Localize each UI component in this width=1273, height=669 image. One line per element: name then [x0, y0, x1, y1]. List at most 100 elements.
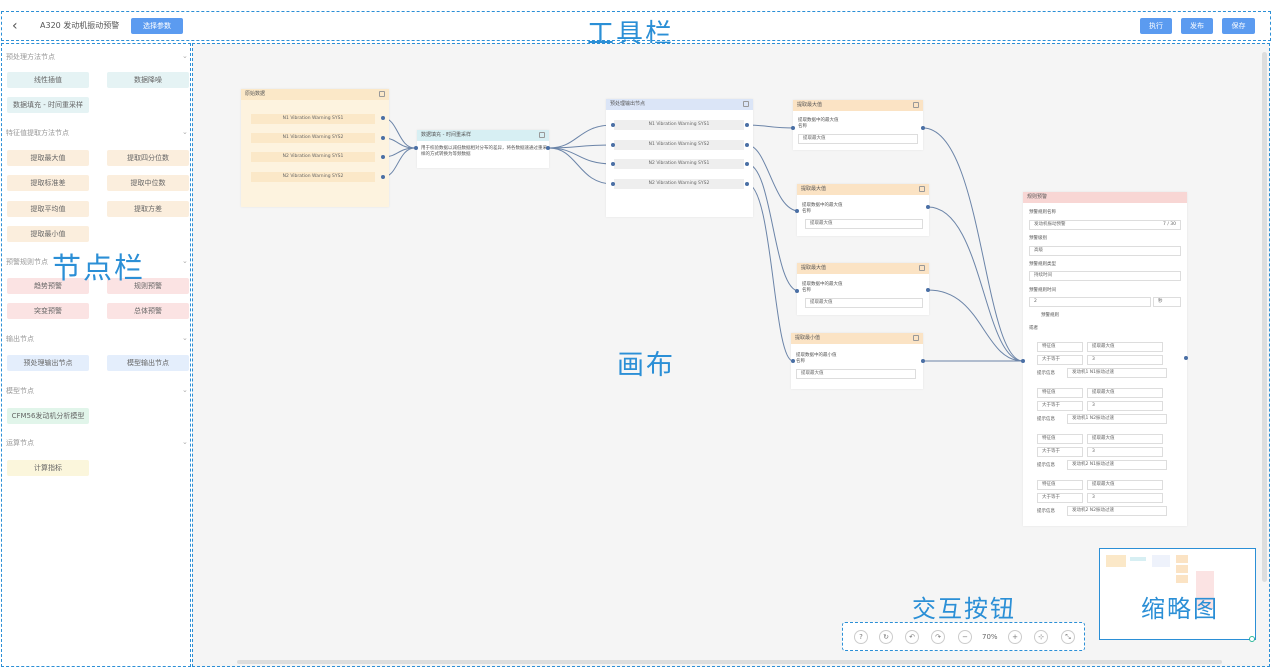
cond-op-select[interactable]: 大于等于 — [1037, 447, 1083, 457]
rule-node[interactable]: 规则预警 预警规则名称 发动机振动预警 7 / 30 预警级别 高级 预警规则类型… — [1023, 192, 1187, 526]
publish-button[interactable]: 发布 — [1181, 18, 1213, 34]
resample-node[interactable]: 数据填充 - 时间重采样 用于校验数据以减低数据相对分布的差异，将各数据速通过重… — [417, 130, 549, 168]
port-dot[interactable] — [745, 143, 749, 147]
node-chip[interactable]: 提取四分位数 — [107, 150, 189, 166]
chevron-down-icon[interactable]: ⌄ — [182, 52, 188, 60]
chevron-down-icon[interactable]: ⌄ — [182, 128, 188, 136]
cond-field-select[interactable]: 特征值 — [1037, 434, 1083, 444]
refresh-icon[interactable]: ↻ — [879, 630, 893, 644]
port-dot[interactable] — [745, 182, 749, 186]
feature-node[interactable]: 提取最大值 提取数据中的最大值 名称 提取最大值 — [797, 184, 929, 236]
node-chip[interactable]: 提取中位数 — [107, 175, 189, 191]
node-chip[interactable]: 提取最大值 — [7, 150, 89, 166]
cond-op-select[interactable]: 大于等于 — [1037, 355, 1083, 365]
port-dot[interactable] — [611, 143, 615, 147]
time-unit-select[interactable]: 秒 — [1153, 297, 1181, 307]
node-menu-icon[interactable] — [919, 265, 925, 271]
node-menu-icon[interactable] — [919, 186, 925, 192]
name-input[interactable]: 提取最大值 — [805, 219, 923, 229]
cond-value-input[interactable]: 3 — [1087, 447, 1163, 457]
run-button[interactable]: 执行 — [1140, 18, 1172, 34]
cond-value-input[interactable]: 3 — [1087, 355, 1163, 365]
node-chip[interactable]: 提取平均值 — [7, 201, 89, 217]
node-chip[interactable]: 线性插值 — [7, 72, 89, 88]
undo-icon[interactable]: ↶ — [905, 630, 919, 644]
name-input[interactable]: 提取最大值 — [798, 134, 918, 144]
cond-feature-select[interactable]: 提取最大值 — [1087, 480, 1163, 490]
resize-handle[interactable] — [1249, 636, 1255, 642]
node-chip[interactable]: 模型输出节点 — [107, 355, 189, 371]
name-input[interactable]: 提取最大值 — [796, 369, 916, 379]
node-chip[interactable]: 预处理输出节点 — [7, 355, 89, 371]
cond-value-input[interactable]: 3 — [1087, 493, 1163, 503]
fit-view-icon[interactable]: ⊹ — [1034, 630, 1048, 644]
rule-name-input[interactable]: 发动机振动预警 7 / 30 — [1029, 220, 1181, 230]
feature-node[interactable]: 提取最大值 提取数据中的最大值 名称 提取最大值 — [797, 263, 929, 315]
port-dot[interactable] — [926, 205, 930, 209]
back-icon[interactable]: ‹ — [12, 18, 18, 34]
redo-icon[interactable]: ↷ — [931, 630, 945, 644]
collapse-icon[interactable]: ⤡ — [1061, 630, 1075, 644]
port-dot[interactable] — [791, 359, 795, 363]
node-chip[interactable]: 总体预警 — [107, 303, 189, 319]
node-chip[interactable]: 提取最小值 — [7, 226, 89, 242]
level-select[interactable]: 高级 — [1029, 246, 1181, 256]
port-dot[interactable] — [795, 209, 799, 213]
node-menu-icon[interactable] — [913, 335, 919, 341]
port-dot[interactable] — [381, 155, 385, 159]
port-dot[interactable] — [795, 289, 799, 293]
cond-value-input[interactable]: 3 — [1087, 401, 1163, 411]
tip-input[interactable]: 发动机2 N2振动过速 — [1067, 506, 1167, 516]
cond-op-select[interactable]: 大于等于 — [1037, 493, 1083, 503]
port-dot[interactable] — [745, 162, 749, 166]
port-dot[interactable] — [611, 162, 615, 166]
port-dot[interactable] — [611, 182, 615, 186]
port-dot[interactable] — [381, 136, 385, 140]
node-chip[interactable]: CFM56发动机分析模型 — [7, 408, 89, 424]
port-dot[interactable] — [791, 126, 795, 130]
select-params-button[interactable]: 选择参数 — [131, 18, 183, 34]
cond-feature-select[interactable]: 提取最大值 — [1087, 342, 1163, 352]
node-chip[interactable]: 提取标准差 — [7, 175, 89, 191]
help-icon[interactable]: ? — [854, 630, 868, 644]
output-node[interactable]: 预处理输出节点 N1 Vibration Warning SYS1 N1 Vib… — [606, 99, 753, 217]
chevron-down-icon[interactable]: ⌄ — [182, 386, 188, 394]
port-dot[interactable] — [381, 116, 385, 120]
cond-field-select[interactable]: 特征值 — [1037, 480, 1083, 490]
chevron-down-icon[interactable]: ⌄ — [182, 438, 188, 446]
name-input[interactable]: 提取最大值 — [805, 298, 923, 308]
time-input[interactable]: 2 — [1029, 297, 1151, 307]
node-chip[interactable]: 提取方差 — [107, 201, 189, 217]
node-chip[interactable]: 数据填充 - 时间重采样 — [7, 97, 89, 113]
feature-node[interactable]: 提取最大值 提取数据中的最大值 名称 提取最大值 — [793, 100, 923, 150]
port-dot[interactable] — [1021, 359, 1025, 363]
cond-field-select[interactable]: 特征值 — [1037, 342, 1083, 352]
tip-input[interactable]: 发动机1 N1振动过速 — [1067, 368, 1167, 378]
port-dot[interactable] — [1184, 356, 1188, 360]
node-chip[interactable]: 数据降噪 — [107, 72, 189, 88]
horizontal-scrollbar[interactable] — [237, 660, 1222, 664]
node-menu-icon[interactable] — [539, 132, 545, 138]
source-node[interactable]: 原始数据 N1 Vibration Warning SYS1 N1 Vibrat… — [241, 89, 389, 207]
save-button[interactable]: 保存 — [1222, 18, 1255, 34]
vertical-scrollbar[interactable] — [1262, 52, 1267, 582]
node-menu-icon[interactable] — [379, 91, 385, 97]
feature-node[interactable]: 提取最小值 提取数据中的最小值 名称 提取最大值 — [791, 333, 923, 389]
port-dot[interactable] — [745, 123, 749, 127]
port-dot[interactable] — [611, 123, 615, 127]
zoom-out-icon[interactable]: − — [958, 630, 972, 644]
tip-input[interactable]: 发动机1 N2振动过速 — [1067, 414, 1167, 424]
port-dot[interactable] — [921, 359, 925, 363]
port-dot[interactable] — [381, 175, 385, 179]
node-menu-icon[interactable] — [913, 102, 919, 108]
cond-op-select[interactable]: 大于等于 — [1037, 401, 1083, 411]
zoom-in-icon[interactable]: + — [1008, 630, 1022, 644]
chevron-down-icon[interactable]: ⌄ — [182, 334, 188, 342]
port-dot[interactable] — [546, 146, 550, 150]
tip-input[interactable]: 发动机2 N1振动过速 — [1067, 460, 1167, 470]
cond-field-select[interactable]: 特征值 — [1037, 388, 1083, 398]
port-dot[interactable] — [414, 146, 418, 150]
node-chip[interactable]: 计算指标 — [7, 460, 89, 476]
port-dot[interactable] — [926, 288, 930, 292]
node-chip[interactable]: 突变预警 — [7, 303, 89, 319]
